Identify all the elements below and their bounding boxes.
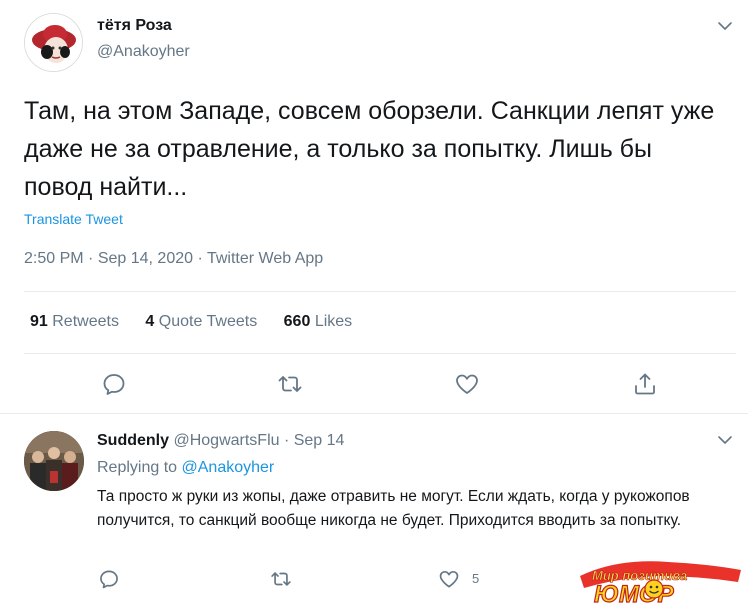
avatar[interactable] (24, 13, 83, 72)
quote-tweets-label: Quote Tweets (158, 313, 258, 330)
handle[interactable]: @HogwartsFlu (173, 432, 279, 449)
chevron-down-icon[interactable] (715, 16, 735, 36)
quote-tweets-count: 4 (145, 313, 155, 330)
avatar-image (25, 14, 82, 71)
reply-date[interactable]: Sep 14 (294, 432, 345, 449)
replying-to-link[interactable]: @Anakoyher (182, 459, 275, 476)
like-icon[interactable] (454, 371, 480, 397)
chevron-down-icon[interactable] (715, 430, 735, 450)
display-name[interactable]: Suddenly (97, 432, 169, 449)
retweets-stat[interactable]: 91 Retweets (30, 313, 119, 331)
reply-header: Suddenly @HogwartsFlu · Sep 14 (97, 432, 344, 450)
translate-tweet-link[interactable]: Translate Tweet (24, 211, 123, 227)
likes-count: 660 (283, 313, 311, 330)
replying-prefix: Replying to (97, 459, 182, 476)
main-tweet: тётя Роза @Anakoyher Там, на этом Западе… (0, 0, 748, 414)
retweet-icon[interactable] (277, 371, 303, 397)
divider (24, 291, 736, 292)
reply-icon[interactable] (101, 371, 127, 397)
avatar-image (24, 431, 84, 491)
handle[interactable]: @Anakoyher (97, 43, 190, 61)
like-icon[interactable] (438, 568, 460, 590)
divider (24, 353, 736, 354)
replying-to: Replying to @Anakoyher (97, 459, 274, 477)
quote-tweets-stat[interactable]: 4 Quote Tweets (145, 313, 257, 331)
tweet-date[interactable]: Sep 14, 2020 (98, 250, 193, 267)
reply-text: Та просто ж руки из жопы, даже отравить … (97, 488, 690, 529)
tweet-meta: 2:50 PM · Sep 14, 2020 · Twitter Web App (24, 250, 323, 268)
tweet-source[interactable]: Twitter Web App (207, 250, 323, 267)
likes-label: Likes (314, 313, 353, 330)
display-name[interactable]: тётя Роза (97, 17, 172, 35)
retweet-icon[interactable] (270, 568, 292, 590)
tweet-stats: 91 Retweets 4 Quote Tweets 660 Likes (30, 313, 374, 331)
tweet-time[interactable]: 2:50 PM (24, 250, 84, 267)
retweets-count: 91 (30, 313, 48, 330)
share-icon[interactable] (632, 371, 658, 397)
tweet-text: Там, на этом Западе, совсем оборзели. Са… (24, 97, 715, 201)
meta-separator: · (83, 250, 98, 267)
watermark-logo: Мир позитива ЮМОР (578, 556, 743, 607)
retweets-label: Retweets (52, 313, 119, 330)
reply-like-count: 5 (472, 571, 480, 586)
likes-stat[interactable]: 660 Likes (284, 313, 353, 331)
avatar[interactable] (24, 431, 84, 491)
meta-separator: · (279, 432, 294, 449)
reply-icon[interactable] (98, 568, 120, 590)
meta-separator: · (193, 250, 207, 267)
